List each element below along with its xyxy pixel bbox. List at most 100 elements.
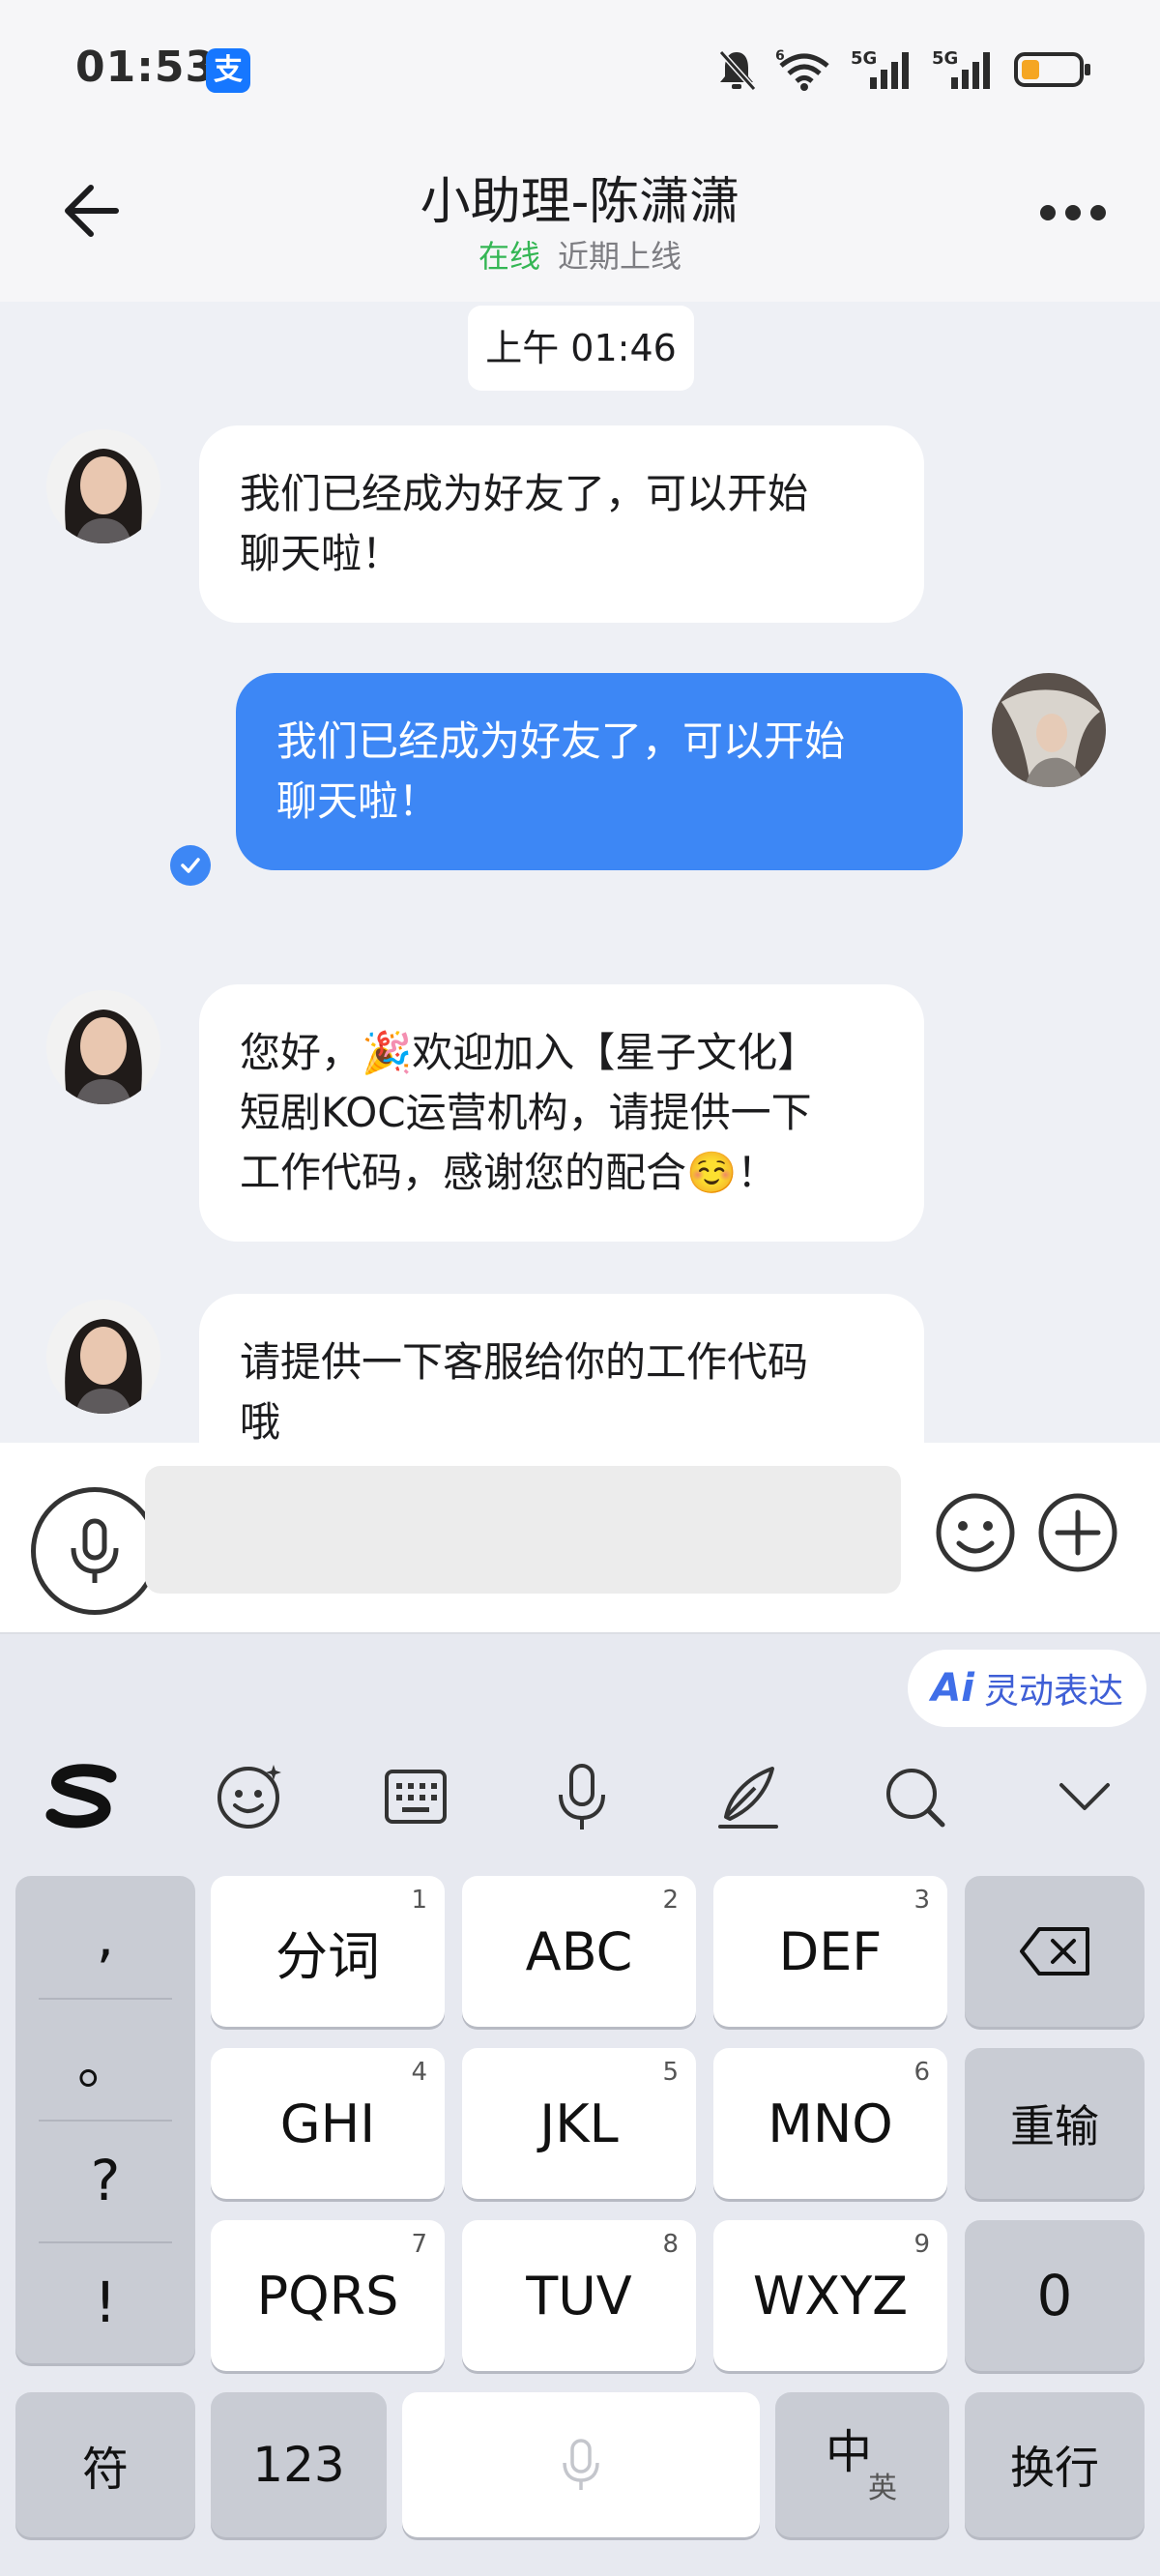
contact-avatar-image [46, 1300, 160, 1414]
key-6[interactable]: MNO 6 [713, 2048, 947, 2199]
key-3[interactable]: DEF 3 [713, 1876, 947, 2027]
chevron-down-icon[interactable] [1036, 1748, 1133, 1845]
punct-key-question[interactable]: ? [15, 2120, 195, 2241]
voice-input-button[interactable] [31, 1487, 159, 1615]
wifi-icon: 6 [775, 48, 829, 91]
status-time: 01:53 [75, 43, 217, 92]
key-number: 2 [662, 1886, 679, 1915]
message-line: 哦 [240, 1398, 281, 1443]
bell-muted-icon [718, 49, 757, 92]
signal-5g-icon-1: 5G [851, 48, 909, 89]
key-number: 8 [662, 2230, 679, 2259]
backspace-icon [1020, 1927, 1089, 1976]
key-8[interactable]: TUV 8 [462, 2220, 696, 2371]
message-line: 聊天啦！ [240, 530, 403, 577]
key-number: 1 [411, 1886, 427, 1915]
keyboard-icon[interactable] [367, 1748, 464, 1845]
backspace-key[interactable] [965, 1876, 1145, 2027]
key-label: GHI [279, 2093, 376, 2154]
space-key[interactable] [402, 2392, 760, 2537]
more-dot [1065, 205, 1081, 220]
message-timestamp: 上午 01:46 [468, 306, 694, 391]
contact-name: 小助理-陈潇潇 [420, 173, 740, 231]
contact-avatar[interactable] [46, 1300, 160, 1414]
status-icons: 6 5G 5G [715, 43, 1092, 97]
key-1[interactable]: 分词 1 [211, 1876, 445, 2027]
message-line: 短剧KOC运营机构，请提供一下 [240, 1089, 812, 1136]
key-number: 7 [411, 2230, 427, 2259]
key-label: ABC [525, 1920, 633, 1982]
key-number: 4 [411, 2058, 427, 2087]
sogou-logo-icon[interactable] [35, 1748, 131, 1845]
key-7[interactable]: PQRS 7 [211, 2220, 445, 2371]
punctuation-column: , 。 ? ! [15, 1876, 195, 2363]
punct-key-exclaim[interactable]: ! [15, 2241, 195, 2363]
smiley-icon [936, 1493, 1015, 1572]
keyboard-toolbar [0, 1748, 1160, 1845]
message-input-bar [0, 1443, 1160, 1632]
read-receipt-icon [170, 845, 211, 886]
svg-text:5G: 5G [932, 48, 958, 69]
ai-logo-icon: Ai [931, 1666, 974, 1711]
contact-avatar[interactable] [46, 429, 160, 543]
key-label: TUV [526, 2265, 632, 2327]
alipay-icon: 支 [206, 48, 250, 93]
message-bubble-outgoing[interactable]: 我们已经成为好友了，可以开始 聊天啦！ [236, 673, 963, 870]
message-line: 请提供一下客服给你的工作代码 [240, 1338, 809, 1386]
enter-key[interactable]: 换行 [965, 2392, 1145, 2537]
more-attachments-button[interactable] [1036, 1491, 1117, 1572]
key-5[interactable]: JKL 5 [462, 2048, 696, 2199]
key-label: MNO [768, 2093, 893, 2154]
ai-express-button[interactable]: Ai 灵动表达 [908, 1650, 1146, 1727]
battery-icon [1014, 52, 1090, 87]
key-label: JKL [539, 2093, 619, 2154]
message-list[interactable]: 上午 01:46 我们已经成为好友了，可以开始 聊天啦！ 我们已经成为好友了，可… [0, 302, 1160, 1443]
message-line: 工作代码，感谢您的配合☺️！ [240, 1149, 778, 1196]
key-label: WXYZ [752, 2265, 909, 2327]
key-label: DEF [778, 1920, 883, 1982]
message-bubble-incoming[interactable]: 请提供一下客服给你的工作代码 哦 [199, 1294, 924, 1443]
online-status: 在线 [478, 238, 540, 275]
punct-key-comma[interactable]: , [15, 1876, 195, 1998]
more-options-button[interactable] [1034, 184, 1112, 242]
reinput-key[interactable]: 重输 [965, 2048, 1145, 2199]
pen-icon[interactable] [700, 1748, 797, 1845]
recent-status: 近期上线 [558, 238, 682, 275]
language-alt: 英 [868, 2472, 897, 2505]
key-label: PQRS [256, 2265, 399, 2327]
key-number: 6 [914, 2058, 930, 2087]
chat-header: 小助理-陈潇潇 在线 近期上线 [0, 135, 1160, 302]
contact-avatar-image [46, 429, 160, 543]
message-bubble-incoming[interactable]: 您好，🎉欢迎加入【星子文化】 短剧KOC运营机构，请提供一下 工作代码，感谢您的… [199, 984, 924, 1242]
plus-icon [1038, 1493, 1117, 1572]
ime-keyboard: Ai 灵动表达 , 。 ? ! 分词 1 ABC 2 DEF 3 GHI 4 J… [0, 1632, 1160, 2576]
punct-key-period[interactable]: 。 [15, 1998, 195, 2120]
ai-express-label: 灵动表达 [983, 1672, 1123, 1712]
microphone-icon [563, 2439, 599, 2490]
microphone-icon[interactable] [534, 1748, 630, 1845]
message-line: 我们已经成为好友了，可以开始 [276, 717, 846, 765]
contact-avatar-image [46, 990, 160, 1104]
key-number: 9 [914, 2230, 930, 2259]
emoji-keyboard-icon[interactable] [201, 1748, 298, 1845]
contact-status: 在线 近期上线 [0, 232, 1160, 277]
numbers-key[interactable]: 123 [211, 2392, 387, 2537]
contact-avatar[interactable] [46, 990, 160, 1104]
key-9[interactable]: WXYZ 9 [713, 2220, 947, 2371]
message-input[interactable] [145, 1466, 901, 1594]
emoji-button[interactable] [934, 1491, 1015, 1572]
message-bubble-incoming[interactable]: 我们已经成为好友了，可以开始 聊天啦！ [199, 425, 924, 623]
language-switch-key[interactable]: 中 英 [775, 2392, 949, 2537]
my-avatar[interactable] [992, 673, 1106, 787]
my-avatar-image [992, 673, 1106, 787]
zero-key[interactable]: 0 [965, 2220, 1145, 2371]
message-line: 聊天啦！ [276, 777, 440, 825]
message-line: 我们已经成为好友了，可以开始 [240, 470, 809, 517]
key-2[interactable]: ABC 2 [462, 1876, 696, 2027]
key-4[interactable]: GHI 4 [211, 2048, 445, 2199]
symbols-key[interactable]: 符 [15, 2392, 195, 2537]
status-bar: 01:53 支 6 5G 5G [0, 0, 1160, 135]
message-line: 您好，🎉欢迎加入【星子文化】 [240, 1029, 819, 1076]
key-label: 分词 [276, 1925, 380, 1987]
search-icon[interactable] [866, 1748, 963, 1845]
